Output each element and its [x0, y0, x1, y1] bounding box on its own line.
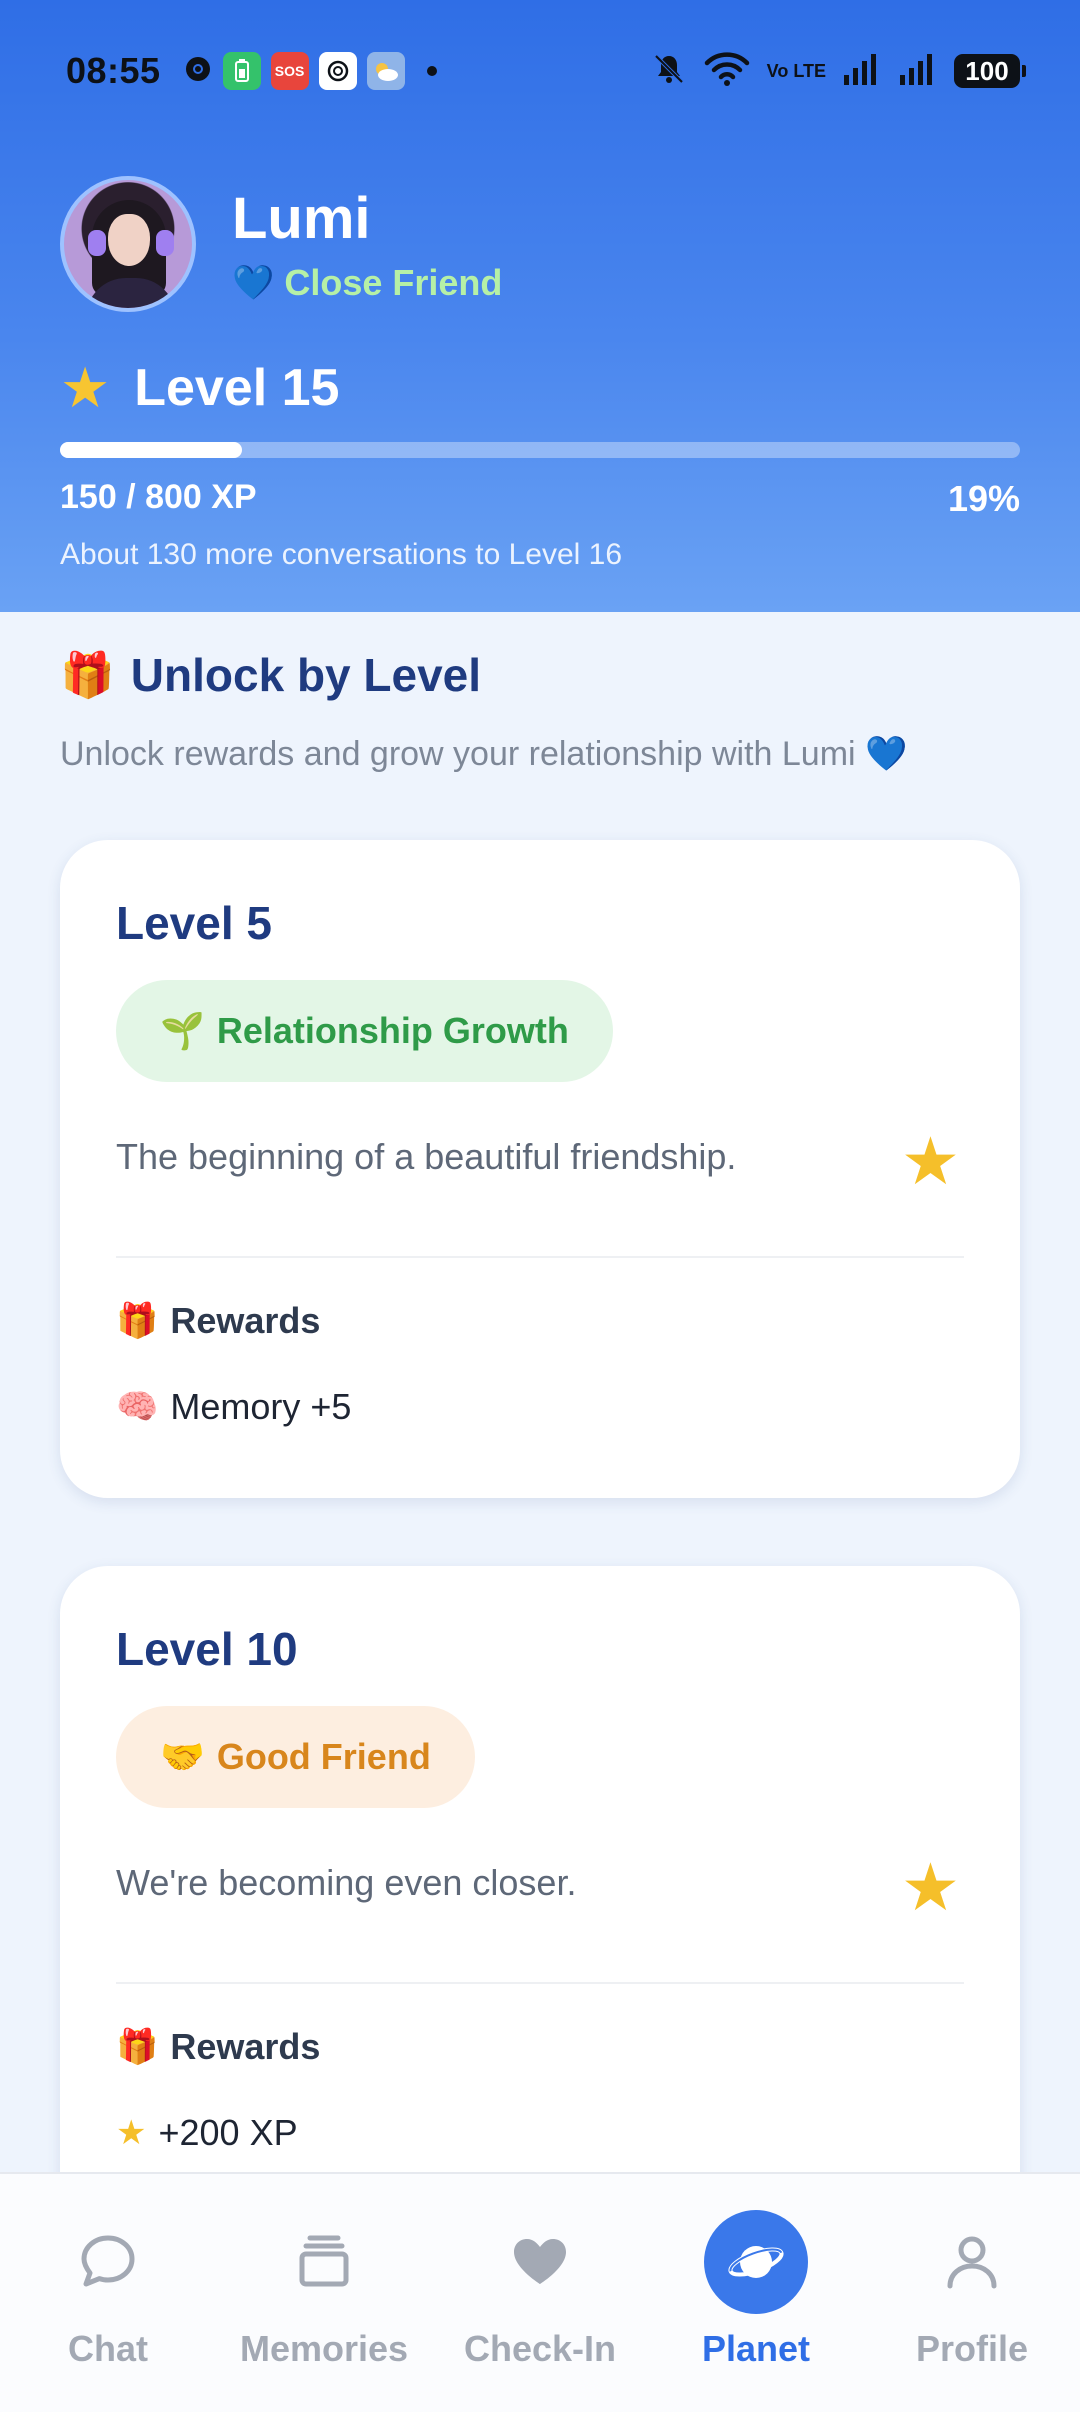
handshake-icon: 🤝	[160, 1736, 205, 1777]
card-description: The beginning of a beautiful friendship.	[116, 1136, 737, 1177]
level-label: Level 15	[134, 359, 340, 417]
section-subtitle-text: Unlock rewards and grow your relationshi…	[60, 735, 856, 773]
wifi-icon	[703, 51, 751, 92]
avatar[interactable]	[60, 176, 196, 312]
signal-icon-1	[842, 51, 882, 92]
card-tag-label: Relationship Growth	[216, 1010, 569, 1051]
nav-chat[interactable]: Chat	[0, 2210, 216, 2412]
rewards-label: 🎁 Rewards	[116, 2026, 320, 2068]
companion-name: Lumi	[232, 186, 371, 251]
person-icon	[920, 2210, 1024, 2314]
memories-icon	[272, 2210, 376, 2314]
reward-item: 🧠 Memory +5	[116, 1386, 351, 1428]
nav-label: Planet	[701, 2328, 811, 2369]
heart-icon	[488, 2210, 592, 2314]
gift-icon: 🎁	[60, 651, 115, 700]
notification-icons: SOS	[183, 52, 437, 90]
section-title: 🎁 Unlock by Level	[60, 648, 481, 702]
star-icon: ★	[60, 356, 111, 419]
gift-icon: 🎁	[116, 1302, 159, 1340]
seedling-icon: 🌱	[160, 1010, 205, 1051]
nav-label: Profile	[915, 2328, 1029, 2369]
card-tag: 🌱 Relationship Growth	[116, 980, 613, 1082]
chrome-icon	[183, 54, 213, 89]
nav-planet[interactable]: Planet	[648, 2210, 864, 2412]
brain-icon: 🧠	[116, 1388, 159, 1426]
nav-check-in[interactable]: Check-In	[432, 2210, 648, 2412]
card-tag-label: Good Friend	[216, 1736, 431, 1777]
planet-screen: 08:55 SOS Vo LTE 100 Lumi 💙 Close Friend…	[0, 0, 1080, 2412]
card-description: We're becoming even closer.	[116, 1862, 577, 1903]
card-level: Level 10	[116, 1623, 298, 1675]
card-level: Level 5	[116, 897, 272, 949]
nav-profile[interactable]: Profile	[864, 2210, 1080, 2412]
weather-icon	[366, 52, 405, 90]
nav-label: Memories	[239, 2328, 409, 2369]
current-level: ★ Level 15	[60, 358, 339, 418]
header: 08:55 SOS Vo LTE 100 Lumi 💙 Close Friend…	[0, 0, 1080, 612]
reward-item: ★ +200 XP	[116, 2112, 298, 2154]
companion-profile: Lumi 💙 Close Friend	[60, 176, 502, 312]
signal-icon-2	[898, 51, 938, 92]
chatgpt-icon	[318, 52, 357, 90]
divider	[116, 1256, 964, 1258]
rewards-label: 🎁 Rewards	[116, 1300, 320, 1342]
section-subtitle: Unlock rewards and grow your relationshi…	[60, 734, 907, 774]
reward-text: +200 XP	[158, 2112, 298, 2153]
system-icons: Vo LTE 100	[651, 51, 1026, 92]
xp-hint: About 130 more conversations to Level 16	[60, 538, 623, 571]
unlock-section: 🎁 Unlock by Level Unlock rewards and gro…	[0, 612, 1080, 2172]
divider	[116, 1982, 964, 1984]
nav-label: Check-In	[463, 2328, 617, 2369]
xp-percent: 19%	[947, 478, 1020, 519]
card-tag: 🤝 Good Friend	[116, 1706, 475, 1808]
battery-saver-icon	[222, 52, 261, 90]
blue-heart-icon: 💙	[232, 264, 275, 302]
gift-icon: 🎁	[116, 2028, 159, 2066]
chat-icon	[56, 2210, 160, 2314]
sos-icon: SOS	[270, 52, 309, 90]
rewards-label-text: Rewards	[170, 1300, 321, 1341]
xp-progress-fill	[60, 442, 243, 458]
mute-icon	[651, 51, 687, 92]
more-notifications-dot	[426, 66, 437, 76]
xp-progress-bar	[60, 442, 1020, 458]
xp-text: 150 / 800 XP	[60, 478, 257, 516]
star-icon: ★	[900, 1850, 960, 1924]
nav-label: Chat	[68, 2328, 148, 2369]
bottom-nav: Chat Memories Check-In Planet Profile	[0, 2172, 1080, 2412]
level-card[interactable]: Level 10 🤝 Good Friend We're becoming ev…	[60, 1566, 1020, 2172]
blue-heart-icon: 💙	[865, 735, 908, 773]
volte-icon: Vo LTE	[766, 60, 826, 81]
level-card[interactable]: Level 5 🌱 Relationship Growth The beginn…	[60, 840, 1020, 1498]
status-bar: 08:55 SOS Vo LTE 100	[0, 40, 1080, 102]
relationship-label: Close Friend	[284, 262, 503, 303]
battery-icon: 100	[954, 54, 1026, 88]
relationship-status: 💙 Close Friend	[232, 262, 502, 304]
planet-icon	[704, 2210, 808, 2314]
status-time: 08:55	[66, 50, 161, 91]
rewards-label-text: Rewards	[170, 2026, 321, 2067]
nav-memories[interactable]: Memories	[216, 2210, 432, 2412]
section-title-text: Unlock by Level	[130, 649, 482, 701]
reward-text: Memory +5	[170, 1386, 352, 1427]
star-icon: ★	[900, 1124, 960, 1198]
star-icon: ★	[116, 2114, 147, 2152]
